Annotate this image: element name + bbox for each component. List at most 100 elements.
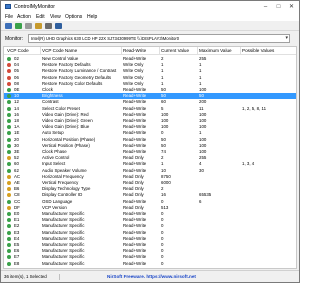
status-dot-icon bbox=[7, 212, 11, 216]
menu-help[interactable]: Help bbox=[87, 14, 97, 20]
current-value-cell: 50 bbox=[161, 93, 166, 99]
read-write-cell: Read+Write bbox=[123, 254, 147, 260]
menu-view[interactable]: View bbox=[50, 14, 61, 20]
table-row[interactable]: E1 Manufacturer Specific Read+Write 0 bbox=[4, 217, 296, 223]
table-row[interactable]: E5 Manufacturer Specific Read+Write 0 bbox=[4, 242, 296, 248]
table-row[interactable]: E2 Manufacturer Specific Read+Write 0 bbox=[4, 223, 296, 229]
copy-icon[interactable] bbox=[25, 23, 32, 29]
properties-icon[interactable] bbox=[35, 23, 42, 29]
vcp-code-cell: B6 bbox=[14, 186, 20, 192]
column-header-read-write[interactable]: Read-Write bbox=[123, 48, 146, 54]
status-dot-icon bbox=[7, 100, 11, 105]
table-row[interactable]: B6 Display Technology Type Read Only 2 bbox=[4, 186, 296, 192]
nirsoft-link[interactable]: NirSoft Freeware. https://www.nirsoft.ne… bbox=[107, 274, 196, 280]
vcp-code-name-cell: Manufacturer Specific bbox=[42, 223, 85, 229]
current-value-cell: 10 bbox=[161, 167, 166, 173]
column-header-current-value[interactable]: Current Value bbox=[161, 48, 189, 54]
current-value-cell: 2 bbox=[161, 56, 164, 61]
table-row[interactable]: 1E Auto Setup Read+Write 0 1 bbox=[4, 130, 296, 136]
vcp-code-name-cell: Restore Factory Defaults bbox=[42, 62, 91, 68]
table-row[interactable]: E7 Manufacturer Specific Read+Write 0 bbox=[4, 254, 296, 260]
menu-edit[interactable]: Edit bbox=[36, 14, 45, 20]
maximum-value-cell: 1 bbox=[199, 130, 202, 136]
status-dot-icon bbox=[7, 75, 11, 80]
refresh-icon[interactable] bbox=[15, 23, 22, 29]
table-row[interactable]: 62 Audio Speaker Volume Read+Write 10 30 bbox=[4, 167, 296, 174]
column-header-possible-values[interactable]: Possible Values bbox=[242, 48, 274, 54]
column-header-vcp-code-name[interactable]: VCP Code Name bbox=[42, 48, 77, 54]
vcp-code-name-cell: Brightness bbox=[42, 93, 63, 99]
table-row[interactable]: 16 Video Gain (Drive): Red Read+Write 100 10… bbox=[4, 112, 296, 118]
table-row[interactable]: 30 Vertical Position (Phase) Read+Write 50 1… bbox=[4, 142, 296, 149]
close-icon[interactable]: ✕ bbox=[285, 2, 298, 12]
maximize-icon[interactable]: □ bbox=[272, 2, 285, 12]
table-row[interactable]: 05 Restore Factory Luminance / Contrast Wr… bbox=[4, 68, 296, 74]
current-value-cell: 50 bbox=[161, 87, 166, 92]
vcp-code-name-cell: Manufacturer Specific bbox=[42, 242, 85, 247]
exit-icon[interactable] bbox=[55, 23, 62, 29]
table-row[interactable]: 02 New Control Value Read+Write 2 255 bbox=[4, 56, 296, 62]
vcp-code-name-cell: Audio Speaker Volume bbox=[42, 167, 87, 173]
table-row[interactable]: 14 Select Color Preset Read+Write 5 11 1, 2, … bbox=[4, 105, 296, 112]
table-row[interactable]: DF VCP Version Read Only 513 bbox=[4, 204, 296, 211]
table-row[interactable]: E8 Manufacturer Specific Read+Write 0 bbox=[4, 261, 296, 267]
vcp-code-name-cell: VCP Version bbox=[42, 204, 67, 210]
table-row[interactable]: 18 Video Gain (Drive): Green Read+Write 100… bbox=[4, 118, 296, 124]
status-dot-icon bbox=[7, 131, 11, 136]
vcp-code-name-cell: Display Controller ID bbox=[42, 192, 83, 198]
vcp-code-name-cell: Select Color Preset bbox=[42, 105, 80, 111]
vcp-code-name-cell: OSD Language bbox=[42, 198, 73, 204]
read-write-cell: Read+Write bbox=[123, 99, 147, 105]
table-row[interactable]: 3E Clock Phase Read+Write 74 100 bbox=[4, 149, 296, 155]
table-row[interactable]: 20 Horizontal Position (Phase) Read+Write 5… bbox=[4, 137, 296, 143]
column-header-vcp-code[interactable]: VCP Code bbox=[7, 48, 29, 54]
table-row[interactable]: C8 Display Controller ID Read Only 16 65535 bbox=[4, 192, 296, 198]
vcp-list[interactable]: VCP Code VCP Code Name Read-Write Curren… bbox=[3, 46, 297, 269]
read-write-cell: Write Only bbox=[123, 80, 144, 86]
read-write-cell: Read+Write bbox=[123, 124, 147, 130]
monitor-dropdown[interactable]: Intel(R) UHD Graphics 630 LCD HP 22X SJ7… bbox=[28, 34, 290, 43]
toolbar bbox=[1, 21, 299, 31]
status-dot-icon bbox=[7, 243, 11, 247]
table-row[interactable]: E6 Manufacturer Specific Read+Write 0 bbox=[4, 248, 296, 254]
read-write-cell: Read+Write bbox=[123, 161, 147, 167]
menu-action[interactable]: Action bbox=[17, 14, 31, 20]
table-row[interactable]: 04 Restore Factory Defaults Write Only 1 1 bbox=[4, 62, 296, 68]
current-value-cell: 1 bbox=[161, 74, 164, 80]
vcp-code-name-cell: Display Technology Type bbox=[42, 186, 91, 192]
column-header-maximum-value[interactable]: Maximum Value bbox=[199, 48, 232, 54]
table-row[interactable]: 06 Restore Factory Geometry Defaults Write… bbox=[4, 74, 296, 81]
table-row[interactable]: 0E Clock Read+Write 50 100 bbox=[4, 87, 296, 93]
vcp-code-name-cell: Horizontal Frequency bbox=[42, 173, 84, 179]
table-row[interactable]: CC OSD Language Read+Write 0 6 bbox=[4, 198, 296, 205]
table-row[interactable]: 1A Video Gain (Drive): Blue Read+Write 100 1… bbox=[4, 124, 296, 130]
vcp-code-cell: 3E bbox=[14, 149, 20, 154]
current-value-cell: 0 bbox=[161, 254, 164, 260]
vcp-code-cell: E5 bbox=[14, 242, 20, 247]
status-dot-icon bbox=[7, 230, 11, 235]
vcp-code-name-cell: Clock bbox=[42, 87, 53, 92]
table-row[interactable]: E0 Manufacturer Specific Read+Write 0 bbox=[4, 211, 296, 217]
vcp-code-name-cell: Video Gain (Drive): Blue bbox=[42, 124, 90, 130]
table-row[interactable]: E3 Manufacturer Specific Read+Write 0 bbox=[4, 230, 296, 236]
vcp-code-cell: C8 bbox=[14, 192, 20, 198]
table-row[interactable]: 10 Brightness Read+Write 50 50 bbox=[4, 93, 296, 100]
minimize-icon[interactable]: – bbox=[259, 2, 272, 12]
table-row[interactable]: E4 Manufacturer Specific Read+Write 0 bbox=[4, 236, 296, 242]
menu-options[interactable]: Options bbox=[65, 14, 82, 20]
table-row[interactable]: AE Vertical Frequency Read Only 6000 bbox=[4, 180, 296, 186]
table-row[interactable]: 60 Input Select Read+Write 1 4 1, 3, 4 bbox=[4, 161, 296, 167]
status-dot-icon bbox=[7, 119, 11, 123]
maximum-value-cell: 30 bbox=[199, 167, 204, 173]
current-value-cell: 1 bbox=[161, 68, 164, 74]
read-write-cell: Read+Write bbox=[123, 142, 147, 148]
status-dot-icon bbox=[7, 125, 11, 130]
table-row[interactable]: 52 Active Control Read Only 2 255 bbox=[4, 155, 296, 161]
save-icon[interactable] bbox=[5, 23, 12, 29]
table-row[interactable]: 08 Restore Factory Color Defaults Write On… bbox=[4, 80, 296, 87]
table-row[interactable]: AC Horizontal Frequency Read Only 8750 bbox=[4, 173, 296, 180]
find-icon[interactable] bbox=[45, 23, 52, 29]
menu-file[interactable]: File bbox=[5, 14, 13, 20]
status-item-count: 36 item(s), 1 Selected bbox=[4, 274, 60, 280]
table-row[interactable]: 12 Contrast Read+Write 60 200 bbox=[4, 99, 296, 105]
